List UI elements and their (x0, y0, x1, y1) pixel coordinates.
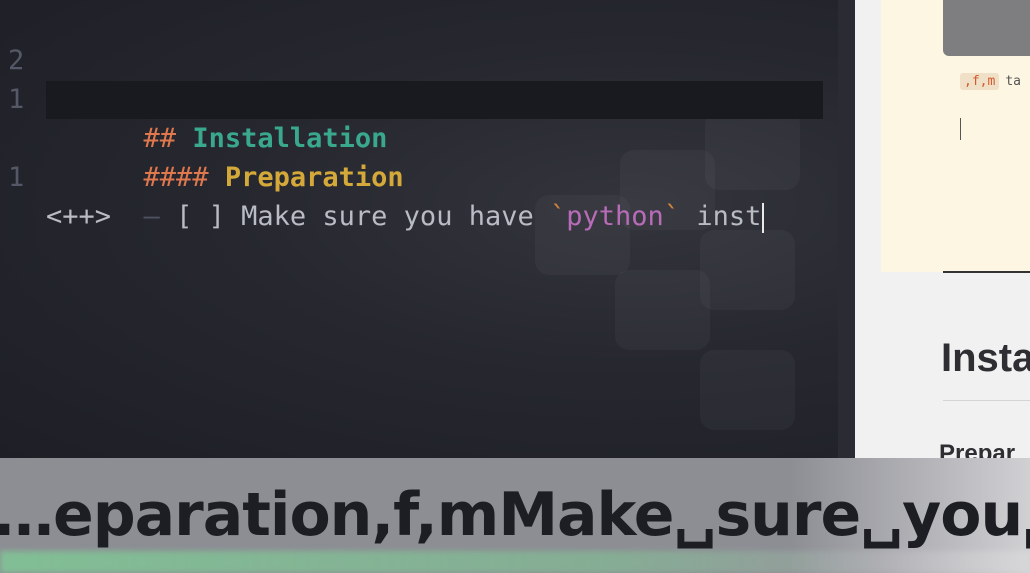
line-number: 1 (8, 162, 25, 193)
checkbox-text: [ ] (176, 201, 225, 232)
editor-line[interactable]: 2 ## Installation (0, 2, 387, 154)
preview-subheading: Prepar (939, 440, 1016, 458)
keystroke-overlay: …eparation,f,mMake␣sure␣you␣ (0, 458, 1030, 573)
shortcut-key: ,f,m (960, 73, 1000, 90)
preview-shortcut: ,f,m ta (960, 73, 1021, 90)
background-decoration (615, 270, 710, 350)
shortcut-text: ta (1005, 74, 1021, 89)
backtick: ` (663, 201, 681, 232)
list-bullet: – (143, 201, 160, 232)
line-text: Make sure you have (241, 201, 534, 232)
editor-line[interactable]: 1 #### Preparation (0, 41, 404, 193)
divider (943, 400, 1030, 401)
backtick: ` (550, 201, 567, 232)
preview-caret (960, 118, 961, 140)
pane-divider[interactable] (838, 0, 856, 458)
preview-heading: Insta (941, 336, 1030, 380)
editor-line[interactable]: 1 <++> (0, 119, 111, 232)
keystroke-text: …eparation,f,mMake␣sure␣you␣ (0, 480, 1030, 550)
editor-line-current[interactable]: – [ ] Make sure you have `python` inst (0, 80, 765, 233)
placeholder-text: <++> (46, 201, 112, 232)
text-cursor (762, 202, 765, 233)
preview-image (943, 0, 1030, 56)
inline-code: python (566, 201, 664, 232)
divider (943, 271, 1030, 273)
editor-pane[interactable]: 2 ## Installation 1 #### Preparation – [… (0, 0, 840, 458)
background-decoration (700, 350, 795, 430)
line-text: inst (696, 201, 762, 232)
preview-pane[interactable]: ,f,m ta Insta Prepar (855, 0, 1030, 458)
